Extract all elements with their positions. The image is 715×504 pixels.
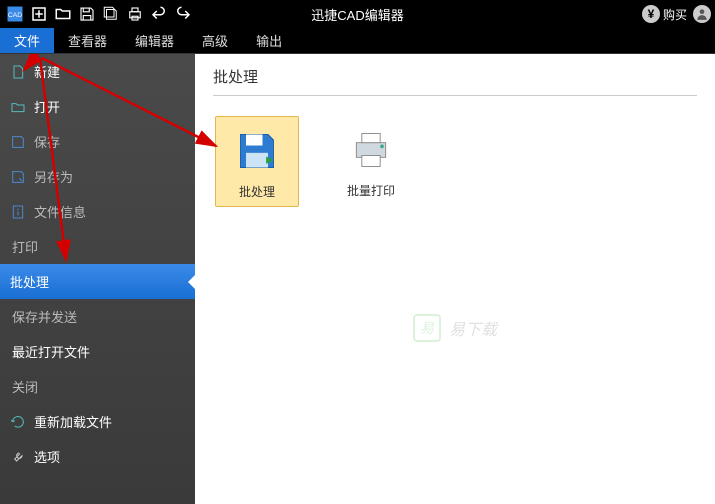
file-info-icon bbox=[10, 204, 26, 220]
sidebar-item-label: 批处理 bbox=[10, 272, 49, 291]
new-icon[interactable] bbox=[28, 3, 50, 25]
undo-icon[interactable] bbox=[148, 3, 170, 25]
menu-file[interactable]: 文件 bbox=[0, 28, 54, 53]
batch-save-icon bbox=[233, 127, 281, 175]
sidebar-item-close[interactable]: 关闭 bbox=[0, 369, 195, 404]
sidebar-item-label: 打开 bbox=[34, 97, 60, 116]
sidebar-item-label: 打印 bbox=[12, 237, 38, 256]
content-item-batch[interactable]: 批处理 bbox=[215, 116, 299, 207]
content-item-label: 批量打印 bbox=[347, 182, 395, 199]
menu-editor[interactable]: 编辑器 bbox=[121, 28, 188, 53]
buy-button[interactable]: ¥ 购买 bbox=[642, 5, 687, 23]
save-as-icon bbox=[10, 169, 26, 185]
menubar: 文件 查看器 编辑器 高级 输出 bbox=[0, 28, 715, 54]
save-icon[interactable] bbox=[76, 3, 98, 25]
wrench-icon bbox=[10, 449, 26, 465]
sidebar-item-options[interactable]: 选项 bbox=[0, 439, 195, 474]
sidebar-item-label: 新建 bbox=[34, 62, 60, 81]
sidebar-item-label: 保存并发送 bbox=[12, 307, 77, 326]
sidebar-item-label: 重新加载文件 bbox=[34, 412, 112, 431]
sidebar-item-label: 最近打开文件 bbox=[12, 342, 90, 361]
sidebar-item-file-info[interactable]: 文件信息 bbox=[0, 194, 195, 229]
menu-advanced[interactable]: 高级 bbox=[188, 28, 242, 53]
sidebar-item-recent[interactable]: 最近打开文件 bbox=[0, 334, 195, 369]
sidebar-item-print[interactable]: 打印 bbox=[0, 229, 195, 264]
app-title: 迅捷CAD编辑器 bbox=[311, 5, 403, 24]
file-new-icon bbox=[10, 64, 26, 80]
redo-icon[interactable] bbox=[172, 3, 194, 25]
titlebar: CAD 迅捷CAD编辑器 ¥ 购买 bbox=[0, 0, 715, 28]
sidebar-item-save[interactable]: 保存 bbox=[0, 124, 195, 159]
user-button[interactable] bbox=[693, 5, 711, 23]
sidebar: 新建 打开 保存 另存为 文件信息 打印 批处理 保存并发送 最近打开文件 bbox=[0, 54, 195, 504]
sidebar-item-label: 保存 bbox=[34, 132, 60, 151]
sidebar-item-label: 另存为 bbox=[34, 167, 73, 186]
batch-print-icon bbox=[347, 126, 395, 174]
sidebar-item-reload[interactable]: 重新加载文件 bbox=[0, 404, 195, 439]
folder-open-icon bbox=[10, 99, 26, 115]
sidebar-item-save-send[interactable]: 保存并发送 bbox=[0, 299, 195, 334]
open-icon[interactable] bbox=[52, 3, 74, 25]
sidebar-item-label: 关闭 bbox=[12, 377, 38, 396]
currency-icon: ¥ bbox=[642, 5, 660, 23]
sidebar-item-label: 选项 bbox=[34, 447, 60, 466]
content-area: 批处理 批处理 批量打印 易 易下载 bbox=[195, 54, 715, 504]
buy-label: 购买 bbox=[663, 6, 687, 23]
content-item-label: 批处理 bbox=[239, 183, 275, 200]
watermark-logo-icon: 易 bbox=[413, 314, 441, 342]
sidebar-item-new[interactable]: 新建 bbox=[0, 54, 195, 89]
svg-text:CAD: CAD bbox=[8, 12, 22, 19]
sidebar-item-save-as[interactable]: 另存为 bbox=[0, 159, 195, 194]
watermark: 易 易下载 bbox=[413, 314, 497, 342]
sidebar-item-open[interactable]: 打开 bbox=[0, 89, 195, 124]
menu-output[interactable]: 输出 bbox=[242, 28, 296, 53]
reload-icon bbox=[10, 414, 26, 430]
content-title: 批处理 bbox=[213, 66, 697, 96]
content-item-batch-print[interactable]: 批量打印 bbox=[329, 116, 413, 207]
app-logo-icon: CAD bbox=[4, 3, 26, 25]
save-icon bbox=[10, 134, 26, 150]
menu-viewer[interactable]: 查看器 bbox=[54, 28, 121, 53]
sidebar-item-batch[interactable]: 批处理 bbox=[0, 264, 195, 299]
user-icon bbox=[693, 5, 711, 23]
sidebar-item-label: 文件信息 bbox=[34, 202, 86, 221]
watermark-text: 易下载 bbox=[449, 316, 497, 340]
print-icon[interactable] bbox=[124, 3, 146, 25]
save-all-icon[interactable] bbox=[100, 3, 122, 25]
